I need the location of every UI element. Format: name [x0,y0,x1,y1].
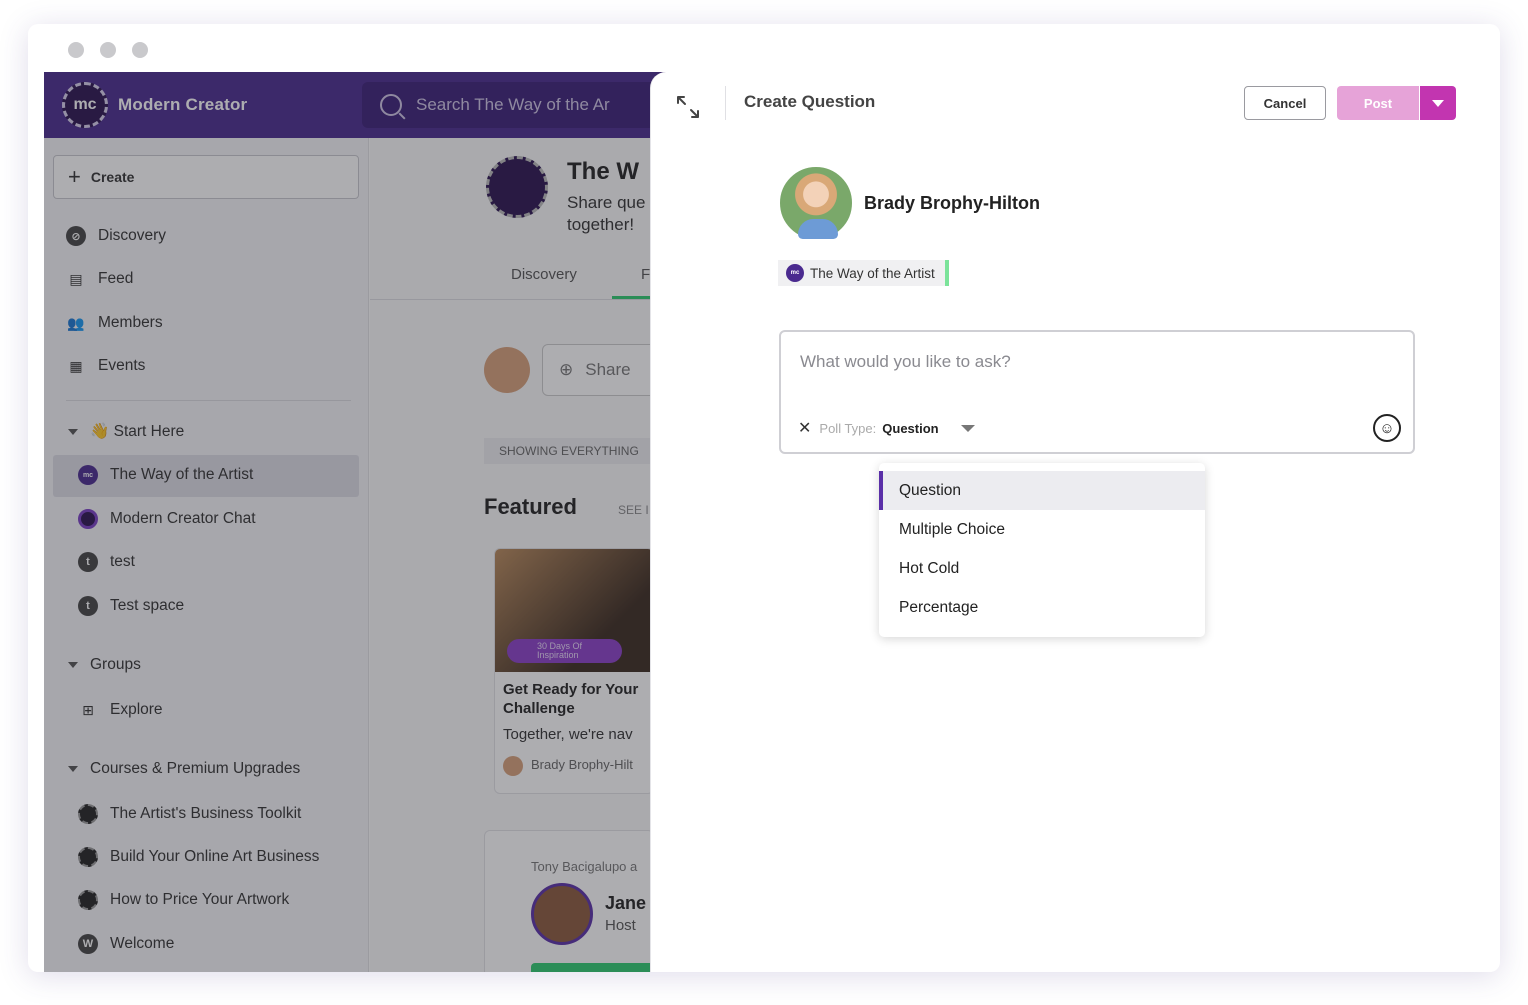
question-placeholder: What would you like to ask? [800,352,1011,371]
close-window-dot[interactable] [68,42,84,58]
poll-type-label: Poll Type: [819,420,877,436]
poll-option-multiple-choice[interactable]: Multiple Choice [879,510,1205,549]
chevron-down-icon[interactable] [960,424,975,432]
window-controls [68,42,148,58]
mc-logo-icon: mc [786,264,804,282]
space-chip-label: The Way of the Artist [810,265,935,281]
space-selector-chip[interactable]: mc The Way of the Artist [778,260,949,286]
app-root: mc Modern Creator Search The Way of the … [44,72,1484,972]
zoom-window-dot[interactable] [132,42,148,58]
minimize-window-dot[interactable] [100,42,116,58]
question-input[interactable]: What would you like to ask? ✕ Poll Type:… [779,330,1415,454]
avatar [778,165,854,241]
chevron-down-icon [1432,99,1444,107]
close-icon[interactable]: ✕ [798,418,811,438]
poll-type-selector[interactable]: ✕ Poll Type: Question [798,418,975,438]
poll-option-percentage[interactable]: Percentage [879,588,1205,627]
app-window: mc Modern Creator Search The Way of the … [28,24,1500,972]
poll-type-value: Question [882,420,939,436]
post-options-button[interactable] [1420,86,1456,120]
poll-option-hot-cold[interactable]: Hot Cold [879,549,1205,588]
poll-type-dropdown: Question Multiple Choice Hot Cold Percen… [879,463,1205,637]
create-question-panel: Create Question Cancel Post Brady Brophy… [650,72,1484,972]
poll-option-question[interactable]: Question [879,471,1205,510]
emoji-icon[interactable]: ☺ [1373,414,1401,442]
panel-title: Create Question [744,92,876,111]
header-divider [725,86,726,120]
post-button[interactable]: Post [1337,86,1419,120]
expand-icon[interactable] [675,94,701,120]
cancel-button[interactable]: Cancel [1244,86,1326,120]
user-name: Brady Brophy-Hilton [864,193,1041,213]
